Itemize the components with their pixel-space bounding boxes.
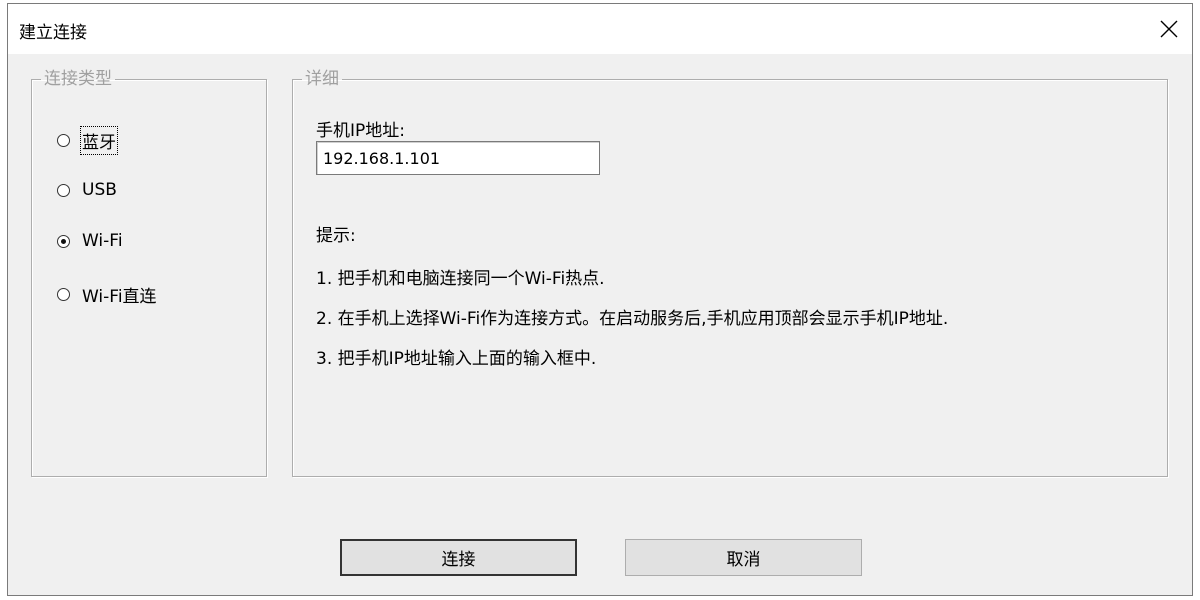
details-legend: 详细 — [305, 69, 339, 89]
close-icon — [1160, 20, 1178, 38]
radio-usb[interactable]: USB — [57, 180, 117, 200]
radio-wifi-label: Wi-Fi — [82, 231, 123, 251]
radio-wifi[interactable]: Wi-Fi — [57, 231, 123, 251]
cancel-button[interactable]: 取消 — [625, 539, 862, 576]
radio-wifi-direct[interactable]: Wi-Fi直连 — [57, 282, 157, 307]
radio-usb-label: USB — [82, 180, 117, 200]
radio-bluetooth-circle[interactable] — [57, 134, 70, 147]
hint-line-2: 2. 在手机上选择Wi-Fi作为连接方式。在启动服务后,手机应用顶部会显示手机I… — [316, 309, 949, 329]
phone-ip-label: 手机IP地址: — [316, 121, 405, 141]
close-button[interactable] — [1146, 4, 1192, 54]
connection-type-group: 连接类型 蓝牙 USB Wi-Fi Wi-Fi直连 — [31, 70, 267, 477]
title-bar: 建立连接 — [8, 4, 1192, 54]
window-title: 建立连接 — [19, 23, 87, 43]
radio-bluetooth[interactable]: 蓝牙 — [57, 126, 118, 155]
radio-wifi-direct-circle[interactable] — [57, 288, 70, 301]
radio-wifi-circle[interactable] — [57, 234, 70, 248]
hint-line-3: 3. 把手机IP地址输入上面的输入框中. — [316, 349, 597, 369]
radio-wifi-direct-label: Wi-Fi直连 — [82, 287, 157, 307]
phone-ip-input[interactable] — [316, 141, 600, 175]
details-group: 详细 手机IP地址: 提示: 1. 把手机和电脑连接同一个Wi-Fi热点. 2.… — [292, 70, 1168, 477]
connect-button[interactable]: 连接 — [340, 539, 577, 576]
hint-title: 提示: — [316, 226, 356, 246]
connection-dialog: 建立连接 连接类型 蓝牙 USB Wi-Fi Wi-Fi直连 详细 手机IP地址… — [7, 3, 1193, 596]
radio-usb-circle[interactable] — [57, 183, 70, 197]
hint-line-1: 1. 把手机和电脑连接同一个Wi-Fi热点. — [316, 269, 605, 289]
radio-bluetooth-label: 蓝牙 — [80, 126, 118, 155]
connection-type-legend: 连接类型 — [44, 69, 112, 89]
